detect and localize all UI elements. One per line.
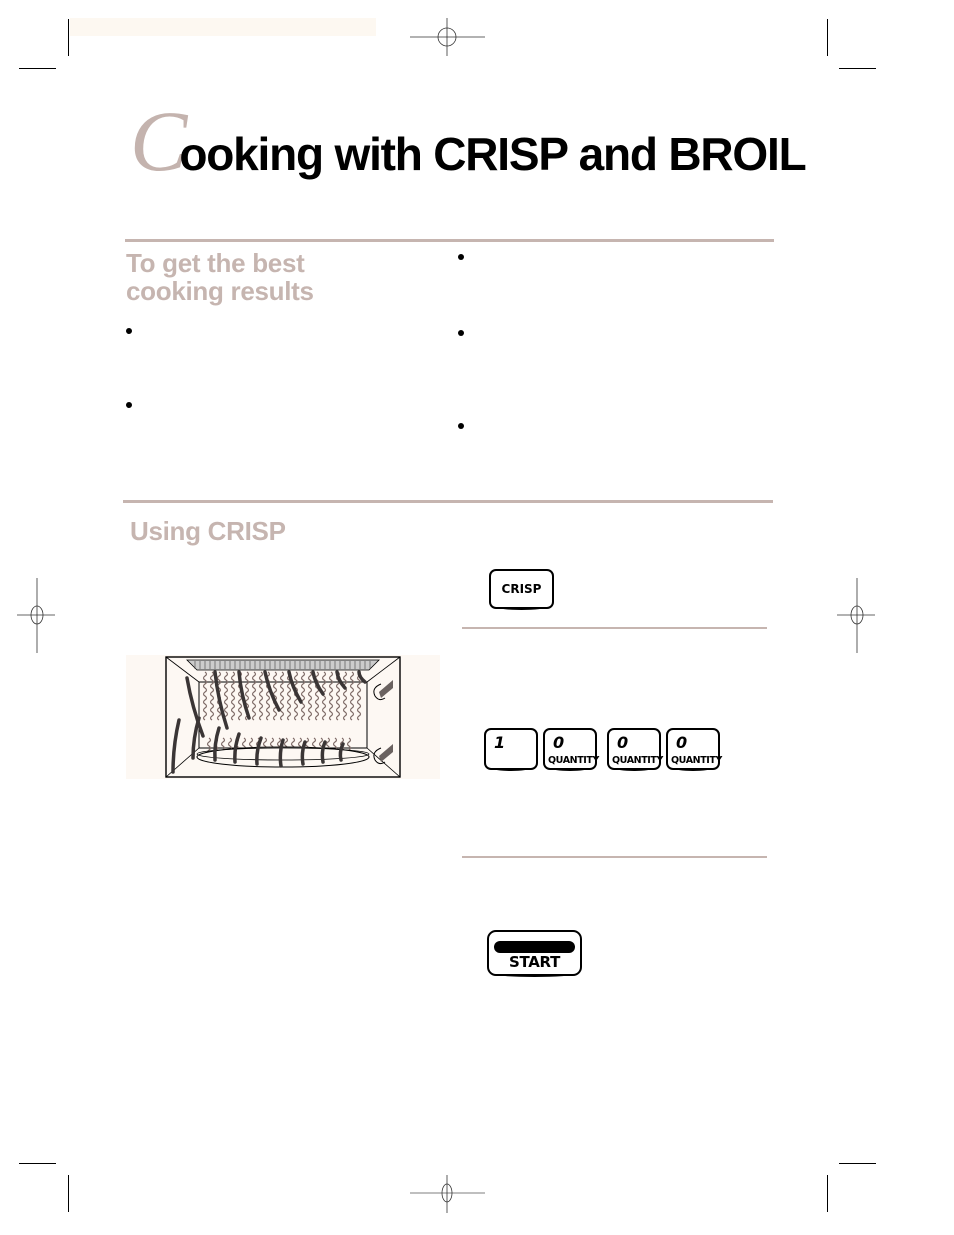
registration-mark-icon [410,1175,485,1213]
heading-line: To get the best [126,248,305,278]
key-digit: 0 [617,733,629,752]
registration-mark-icon [17,578,55,653]
number-0-quantity-button[interactable]: 0 QUANTITY [666,728,722,771]
key-digit: 0 [676,733,688,752]
section-divider [125,239,774,242]
crop-mark [68,19,69,56]
key-sublabel: QUANTITY [548,755,599,766]
crisp-button[interactable]: CRISP [489,569,554,610]
start-button-label: START [508,953,561,971]
crisp-button-label: CRISP [501,582,542,596]
crop-mark [827,1175,828,1212]
broiler-rack-illustration [165,656,401,778]
bullet-point [126,328,132,334]
number-0-quantity-button[interactable]: 0 QUANTITY [543,728,599,771]
crop-mark [68,1175,69,1212]
start-button[interactable]: START [487,930,582,977]
crop-mark [19,1163,56,1164]
page-title: Cooking with CRISP and BROIL [130,98,807,184]
key-digit: 1 [494,733,506,752]
bullet-point [126,402,132,408]
registration-mark-icon [410,18,485,56]
key-digit: 0 [553,733,565,752]
heading-line: cooking results [126,276,314,306]
registration-mark-icon [837,578,875,653]
crop-mark [19,68,56,69]
title-text: ooking with CRISP and BROIL [179,128,806,180]
step-divider [462,856,767,858]
best-results-heading: To get the best cooking results [126,249,314,305]
key-sublabel: QUANTITY [612,755,663,766]
bullet-point [458,423,464,429]
color-band [70,18,376,36]
bullet-point [458,330,464,336]
key-sublabel: QUANTITY [671,755,722,766]
crop-mark [839,1163,876,1164]
number-0-quantity-button[interactable]: 0 QUANTITY [607,728,663,771]
start-button-bar [494,941,575,953]
using-crisp-heading: Using CRISP [130,516,286,546]
section-divider [123,500,773,503]
crop-mark [839,68,876,69]
step-divider [462,627,767,629]
bullet-point [458,254,464,260]
number-1-button[interactable]: 1 [484,728,538,771]
crop-mark [827,19,828,56]
